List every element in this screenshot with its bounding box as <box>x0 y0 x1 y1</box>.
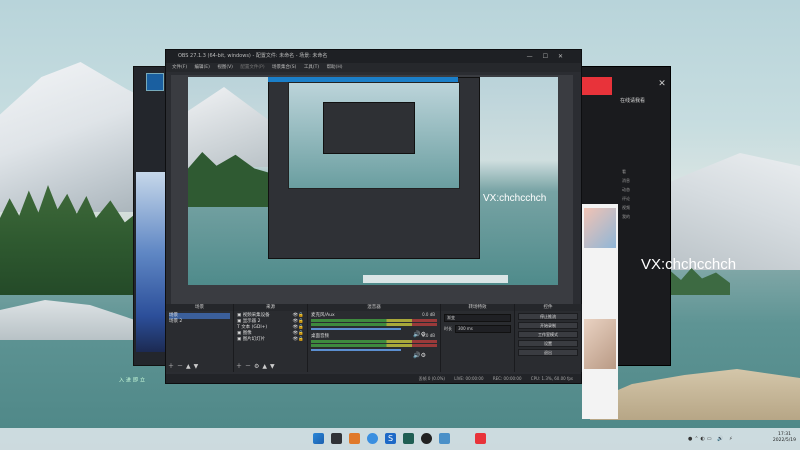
mixer-channel: 麦克风/Aux 0.0 dB 🔊⚙ <box>308 312 440 338</box>
source-item[interactable]: ▣ 图片幻灯片 👁🔒 <box>237 337 304 343</box>
speaker-icon[interactable]: 🔊⚙ <box>413 352 426 359</box>
window-title: OBS 27.1.3 (64-bit, windows) - 配置文件: 未命名… <box>178 53 328 59</box>
app-menu-item[interactable]: 看 <box>622 167 662 176</box>
transitions-dock: 转场特效 渐变 时长 300 ms <box>441 304 515 372</box>
sources-toolbar[interactable]: ＋－⚙▲▼ <box>236 361 278 370</box>
transition-select[interactable]: 渐变 <box>444 314 511 322</box>
preview-scene-capture <box>188 77 558 285</box>
menu-view[interactable]: 视图(V) <box>217 65 233 70</box>
start-icon[interactable] <box>313 433 324 444</box>
preview-nested-taskbar <box>363 275 508 283</box>
studio-mode-button[interactable]: 工作室模式 <box>518 331 578 338</box>
app-menu-item[interactable]: 我的 <box>622 212 662 221</box>
scenes-list: 场景 场景 2 <box>166 311 233 327</box>
window-controls[interactable]: —☐✕ <box>527 50 573 63</box>
menu-profile[interactable]: 配置文件(P) <box>240 65 264 70</box>
volume-meter <box>311 319 437 322</box>
taskbar: S 17:31 2022/5/19 <box>0 428 800 450</box>
menu-bar: 文件(F) 编辑(E) 视图(V) 配置文件(P) 场景集合(S) 工具(T) … <box>166 63 581 72</box>
menu-help[interactable]: 帮助(H) <box>327 65 343 70</box>
menu-tools[interactable]: 工具(T) <box>304 65 319 70</box>
transitions-header: 转场特效 <box>441 304 514 311</box>
game-logo-icon <box>146 73 164 91</box>
feed-card[interactable] <box>582 204 618 419</box>
status-bar: 丢帧 0 (0.0%) LIVE: 00:00:00 REC: 00:00:00… <box>166 374 581 383</box>
background-social-app-window[interactable]: ✕ 在线请我看 看 消息 动态 评论 视频 我的 <box>581 66 671 419</box>
enter-game-button[interactable]: 立即进入 <box>118 377 146 382</box>
app-s-icon[interactable]: S <box>385 433 396 444</box>
sources-header: 来源 <box>234 304 307 311</box>
obs-icon[interactable] <box>349 433 360 444</box>
volume-meter <box>311 344 437 347</box>
live-timer: LIVE: 00:00:00 <box>454 376 484 381</box>
cpu-fps: CPU: 1.3%, 60.00 fps <box>530 376 573 381</box>
volume-slider[interactable] <box>311 328 401 330</box>
app-menu-item[interactable]: 评论 <box>622 194 662 203</box>
video-app-icon[interactable] <box>475 433 486 444</box>
channel-name: 麦克风/Aux <box>311 313 335 318</box>
duration-input[interactable]: 300 ms <box>455 325 511 333</box>
volume-slider[interactable] <box>311 349 401 351</box>
wallpaper-rock-left <box>0 300 150 340</box>
sources-list: ▣ 视频采集设备 👁🔒 ▣ 显示器 2 👁🔒 T 文本 (GDI+) 👁🔒 ▣ 图像 👁… <box>234 311 307 345</box>
scenes-toolbar[interactable]: ＋－▲▼ <box>168 361 201 370</box>
stop-streaming-button[interactable]: 停止推流 <box>518 313 578 320</box>
scenes-dock: 场景 场景 场景 2 ＋－▲▼ <box>166 304 234 372</box>
settings-button[interactable]: 设置 <box>518 340 578 347</box>
watermark-text-large: VX:chchcchch <box>641 256 737 273</box>
clock-date: 2022/5/19 <box>772 438 796 443</box>
scenes-header: 场景 <box>166 304 233 311</box>
mixer-header: 混音器 <box>308 304 440 311</box>
obs-titlebar[interactable]: OBS 27.1.3 (64-bit, windows) - 配置文件: 未命名… <box>166 50 581 63</box>
rec-timer: REC: 00:00:00 <box>492 376 522 381</box>
search-icon[interactable] <box>331 433 342 444</box>
close-icon[interactable]: ✕ <box>657 79 667 89</box>
watermark-text-small: VX:chchcchch <box>483 193 547 204</box>
exit-button[interactable]: 退出 <box>518 349 578 356</box>
volume-meter <box>311 340 437 343</box>
browser-icon[interactable] <box>367 433 378 444</box>
obs-docks: 场景 场景 场景 2 ＋－▲▼ 来源 ▣ 视频采集设备 👁🔒 ▣ 显示器 2 👁🔒 … <box>166 304 582 372</box>
wallpaper-rock-right <box>590 369 800 420</box>
channel-db: 0.0 dB <box>422 333 435 338</box>
channel-db: 0.0 dB <box>422 312 435 317</box>
menu-scene-collection[interactable]: 场景集合(S) <box>272 65 296 70</box>
volume-meter <box>311 323 437 326</box>
controls-dock: 控件 停止推流 开始录制 工作室模式 设置 退出 <box>515 304 582 372</box>
sources-dock: 来源 ▣ 视频采集设备 👁🔒 ▣ 显示器 2 👁🔒 T 文本 (GDI+) 👁🔒 ▣ … <box>234 304 308 372</box>
scene-item[interactable]: 场景 2 <box>169 319 230 325</box>
terminal-icon[interactable] <box>403 433 414 444</box>
controls-header: 控件 <box>515 304 581 311</box>
app-red-header <box>582 77 612 95</box>
app-menu-list: 看 消息 动态 评论 视频 我的 <box>622 167 662 221</box>
menu-file[interactable]: 文件(F) <box>172 65 187 70</box>
menu-edit[interactable]: 编辑(E) <box>195 65 210 70</box>
feed-thumbnail[interactable] <box>584 208 616 248</box>
mixer-channel: 桌面音频 0.0 dB 🔊⚙ <box>308 333 440 359</box>
obs-window[interactable]: OBS 27.1.3 (64-bit, windows) - 配置文件: 未命名… <box>165 49 582 384</box>
obs-running-icon[interactable] <box>421 433 432 444</box>
app-menu-item[interactable]: 消息 <box>622 176 662 185</box>
clock[interactable]: 17:31 2022/5/19 <box>773 432 796 444</box>
duration-label: 时长 <box>444 326 452 331</box>
app-menu-item[interactable]: 视频 <box>622 203 662 212</box>
feed-thumbnail[interactable] <box>584 319 616 369</box>
dropped-frames: 丢帧 0 (0.0%) <box>418 376 445 381</box>
app-title: 在线请我看 <box>620 98 646 104</box>
app-menu-item[interactable]: 动态 <box>622 185 662 194</box>
channel-name: 桌面音频 <box>311 334 329 339</box>
start-recording-button[interactable]: 开始录制 <box>518 322 578 329</box>
system-tray-icons[interactable]: ●⌃◐▭ 🔊 ⚡ <box>688 436 735 442</box>
preview-nested-obs-deep <box>323 102 415 154</box>
audio-mixer-dock: 混音器 麦克风/Aux 0.0 dB 🔊⚙ 桌面音频 0.0 dB 🔊⚙ <box>308 304 441 372</box>
chat-icon[interactable] <box>439 433 450 444</box>
